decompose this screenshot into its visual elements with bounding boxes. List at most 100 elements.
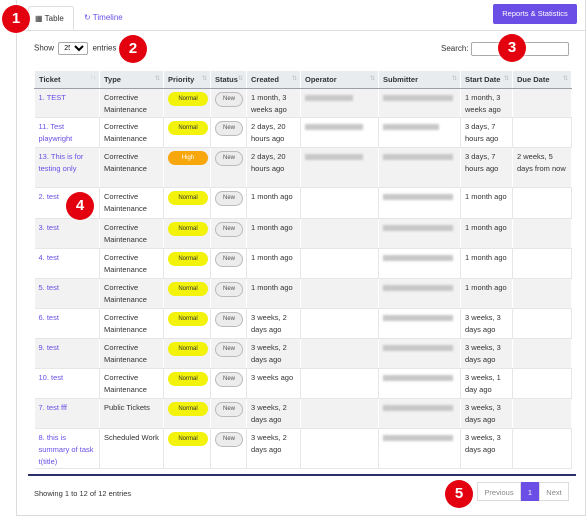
redacted-submitter — [383, 154, 453, 160]
column-header[interactable]: Start Date ⇅ — [460, 70, 513, 89]
operator-cell — [300, 308, 379, 339]
redacted-operator — [305, 154, 363, 160]
column-header[interactable]: Priority ⇅ — [163, 70, 211, 89]
status-badge: New — [215, 372, 243, 387]
operator-cell — [300, 398, 379, 429]
ticket-link[interactable]: 10. test — [34, 368, 100, 399]
column-header[interactable]: Ticket ↑↓ — [34, 70, 100, 89]
reports-statistics-button[interactable]: Reports & Statistics — [493, 4, 577, 24]
priority-cell: Normal — [163, 338, 211, 369]
sort-icon: ⇅ — [237, 76, 243, 82]
next-page-button[interactable]: Next — [539, 482, 569, 501]
start-date-cell: 3 weeks, 3 days ago — [460, 398, 513, 429]
annotation-marker-3: 3 — [498, 34, 526, 62]
ticket-link[interactable]: 9. test — [34, 338, 100, 369]
table-row[interactable]: 6. test Corrective Maintenance Normal New 3 … — [34, 308, 572, 339]
table-row[interactable]: 11. Test playwright Corrective Maintenanc… — [34, 117, 572, 148]
submitter-cell — [378, 308, 461, 339]
sort-icon: ⇅ — [451, 76, 457, 82]
status-badge: New — [215, 222, 243, 237]
status-cell: New — [210, 428, 247, 469]
created-cell: 3 weeks, 2 days ago — [246, 338, 301, 369]
redacted-submitter — [383, 435, 453, 441]
table-body: 1. TEST Corrective Maintenance Normal New 1 … — [34, 88, 572, 469]
submitter-cell — [378, 398, 461, 429]
priority-badge: Normal — [168, 92, 208, 106]
ticket-link[interactable]: 3. test — [34, 218, 100, 249]
ticket-type: Public Tickets — [99, 398, 164, 429]
due-date-cell — [512, 368, 572, 399]
created-cell: 1 month ago — [246, 218, 301, 249]
due-date-cell — [512, 187, 572, 219]
status-cell: New — [210, 187, 247, 219]
start-date-cell: 3 weeks, 3 days ago — [460, 428, 513, 469]
table-row[interactable]: 3. test Corrective Maintenance Normal New 1 … — [34, 218, 572, 249]
column-header[interactable]: Submitter ⇅ — [378, 70, 461, 89]
column-header-label: Created — [251, 75, 279, 84]
table-row[interactable]: 7. test fff Public Tickets Normal New 3 week… — [34, 398, 572, 429]
sort-icon: ⇅ — [503, 76, 509, 82]
ticket-link[interactable]: 6. test — [34, 308, 100, 339]
submitter-cell — [378, 428, 461, 469]
ticket-link[interactable]: 8. this is summary of task t(title) — [34, 428, 100, 469]
entries-select[interactable]: 25 — [58, 42, 89, 55]
ticket-link[interactable]: 1. TEST — [34, 88, 100, 118]
previous-page-button[interactable]: Previous — [477, 482, 521, 501]
operator-cell — [300, 428, 379, 469]
table-row[interactable]: 4. test Corrective Maintenance Normal New 1 … — [34, 248, 572, 279]
ticket-link[interactable]: 13. This is for testing only — [34, 147, 100, 188]
column-header[interactable]: Operator ⇅ — [300, 70, 379, 89]
start-date-cell: 3 weeks, 3 days ago — [460, 308, 513, 339]
redacted-submitter — [383, 194, 453, 200]
priority-cell: Normal — [163, 278, 211, 309]
status-cell: New — [210, 248, 247, 279]
created-cell: 1 month ago — [246, 278, 301, 309]
table-row[interactable]: 2. test Corrective Maintenance Normal New 1 … — [34, 187, 572, 219]
column-header[interactable]: Status ⇅ — [210, 70, 247, 89]
priority-badge: Normal — [168, 312, 208, 326]
table-row[interactable]: 13. This is for testing only Corrective M… — [34, 147, 572, 188]
priority-badge: Normal — [168, 342, 208, 356]
priority-cell: Normal — [163, 368, 211, 399]
submitter-cell — [378, 248, 461, 279]
ticket-link[interactable]: 7. test fff — [34, 398, 100, 429]
ticket-type: Corrective Maintenance — [99, 278, 164, 309]
priority-cell: Normal — [163, 308, 211, 339]
created-cell: 3 weeks ago — [246, 368, 301, 399]
table-row[interactable]: 8. this is summary of task t(title) Sched… — [34, 428, 572, 469]
table-row[interactable]: 9. test Corrective Maintenance Normal New 3 … — [34, 338, 572, 369]
table-row[interactable]: 5. test Corrective Maintenance Normal New 1 … — [34, 278, 572, 309]
priority-cell: Normal — [163, 88, 211, 118]
operator-cell — [300, 368, 379, 399]
table-row[interactable]: 1. TEST Corrective Maintenance Normal New 1 … — [34, 88, 572, 118]
sort-icon: ⇅ — [154, 76, 160, 82]
search-label: Search: — [441, 44, 469, 53]
table-row[interactable]: 10. test Corrective Maintenance Normal New 3… — [34, 368, 572, 399]
page-1-button[interactable]: 1 — [521, 482, 539, 501]
status-badge: New — [215, 342, 243, 357]
column-header[interactable]: Created ⇅ — [246, 70, 301, 89]
ticket-type: Scheduled Work — [99, 428, 164, 469]
ticket-link[interactable]: 4. test — [34, 248, 100, 279]
column-header[interactable]: Type ⇅ — [99, 70, 164, 89]
priority-badge: Normal — [168, 191, 208, 205]
tab-timeline[interactable]: ↻ Timeline — [78, 6, 134, 30]
status-badge: New — [215, 151, 243, 166]
entries-length: Show 25 entries — [34, 42, 117, 55]
redacted-submitter — [383, 315, 453, 321]
ticket-type: Corrective Maintenance — [99, 248, 164, 279]
ticket-link[interactable]: 5. test — [34, 278, 100, 309]
column-header[interactable]: Due Date ⇅ — [512, 70, 572, 89]
redacted-submitter — [383, 124, 439, 130]
status-cell: New — [210, 278, 247, 309]
redacted-submitter — [383, 255, 453, 261]
ticket-type: Corrective Maintenance — [99, 218, 164, 249]
start-date-cell: 3 days, 7 hours ago — [460, 147, 513, 188]
timeline-icon: ↻ — [84, 13, 91, 22]
ticket-link[interactable]: 11. Test playwright — [34, 117, 100, 148]
tab-table[interactable]: ▦ Table — [28, 6, 74, 30]
status-badge: New — [215, 92, 243, 107]
priority-cell: Normal — [163, 398, 211, 429]
status-cell: New — [210, 88, 247, 118]
redacted-operator — [305, 95, 353, 101]
